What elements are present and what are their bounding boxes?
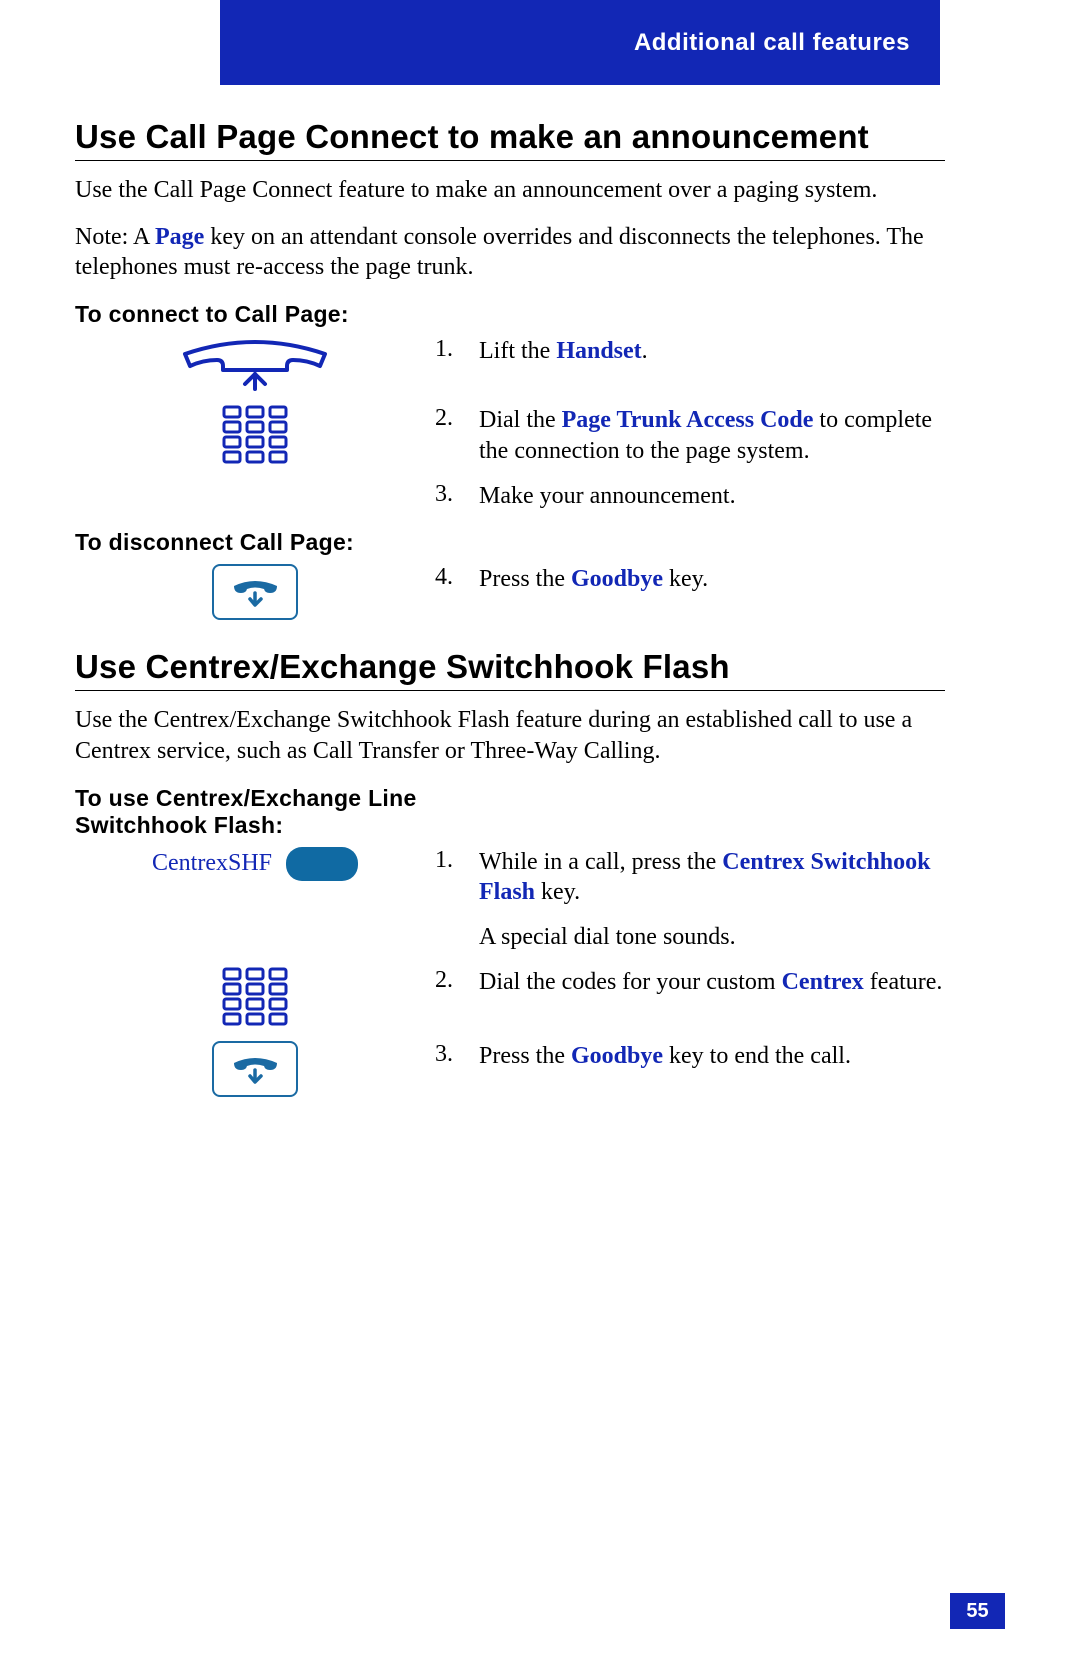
- section1-intro: Use the Call Page Connect feature to mak…: [75, 175, 945, 206]
- t: While in a call, press the: [479, 849, 722, 875]
- page-number-badge: 55: [950, 1593, 1005, 1629]
- centrex-key-label: CentrexSHF: [152, 850, 272, 877]
- section1-rule: [75, 160, 945, 161]
- step-text: Press the Goodbye key.: [479, 564, 945, 595]
- step-number: 2.: [435, 967, 479, 994]
- goodbye-icon: [75, 564, 435, 620]
- t: Press the: [479, 566, 571, 592]
- page-header: Additional call features: [220, 0, 940, 85]
- t2: key.: [663, 566, 708, 592]
- step-row-4: 4. Press the Goodbye key.: [75, 564, 945, 620]
- t-bold: Handset: [556, 338, 641, 364]
- step-number: 3.: [435, 1041, 479, 1068]
- step-number: 3.: [435, 481, 479, 508]
- t: Press the: [479, 1043, 571, 1069]
- step-text: Lift the Handset.: [479, 336, 945, 367]
- t2: key.: [535, 879, 580, 905]
- t: Dial the: [479, 407, 562, 433]
- step-extra: A special dial tone sounds.: [479, 922, 945, 953]
- step-row-3: 3. Make your announcement.: [75, 481, 945, 512]
- step-number: 2.: [435, 405, 479, 432]
- page-content: Use Call Page Connect to make an announc…: [75, 100, 945, 1111]
- softkey-pill-icon: [286, 847, 358, 881]
- t-bold: Centrex: [782, 969, 864, 995]
- section2-rule: [75, 690, 945, 691]
- section1-note: Note: A Page key on an attendant console…: [75, 222, 945, 283]
- note-term: Page: [155, 224, 204, 250]
- section2-title: Use Centrex/Exchange Switchhook Flash: [75, 648, 945, 686]
- step-text: Make your announcement.: [479, 481, 945, 512]
- keypad-icon: [75, 405, 435, 465]
- step-text: Press the Goodbye key to end the call.: [479, 1041, 945, 1072]
- step-text: Dial the codes for your custom Centrex f…: [479, 967, 945, 998]
- t-bold: Page Trunk Access Code: [562, 407, 814, 433]
- t-bold: Goodbye: [571, 1043, 663, 1069]
- header-title: Additional call features: [634, 29, 910, 57]
- t-bold: Goodbye: [571, 566, 663, 592]
- step-text: While in a call, press the Centrex Switc…: [479, 847, 945, 953]
- section1-title: Use Call Page Connect to make an announc…: [75, 118, 945, 156]
- section1-sub2: To disconnect Call Page:: [75, 529, 945, 556]
- step-number: 1.: [435, 847, 479, 874]
- s2-step-row-3: 3. Press the Goodbye key to end the call…: [75, 1041, 945, 1097]
- note-prefix: Note: A: [75, 224, 155, 250]
- section2-intro: Use the Centrex/Exchange Switchhook Flas…: [75, 705, 945, 766]
- step-number: 1.: [435, 336, 479, 363]
- step-number: 4.: [435, 564, 479, 591]
- handset-icon: [75, 336, 435, 391]
- t: Dial the codes for your custom: [479, 969, 782, 995]
- centrex-key-icon: CentrexSHF: [75, 847, 435, 881]
- section1-sub1: To connect to Call Page:: [75, 301, 945, 328]
- step-row-1: 1. Lift the Handset.: [75, 336, 945, 391]
- keypad-icon: [75, 967, 435, 1027]
- t2: feature.: [864, 969, 943, 995]
- t2: .: [642, 338, 648, 364]
- t: Lift the: [479, 338, 556, 364]
- goodbye-icon: [75, 1041, 435, 1097]
- step-text: Dial the Page Trunk Access Code to compl…: [479, 405, 945, 466]
- section2-sub: To use Centrex/Exchange Line Switchhook …: [75, 785, 435, 839]
- t2: key to end the call.: [663, 1043, 851, 1069]
- s2-step-row-2: 2. Dial the codes for your custom Centre…: [75, 967, 945, 1027]
- step-row-2: 2. Dial the Page Trunk Access Code to co…: [75, 405, 945, 466]
- s2-step-row-1: CentrexSHF 1. While in a call, press the…: [75, 847, 945, 953]
